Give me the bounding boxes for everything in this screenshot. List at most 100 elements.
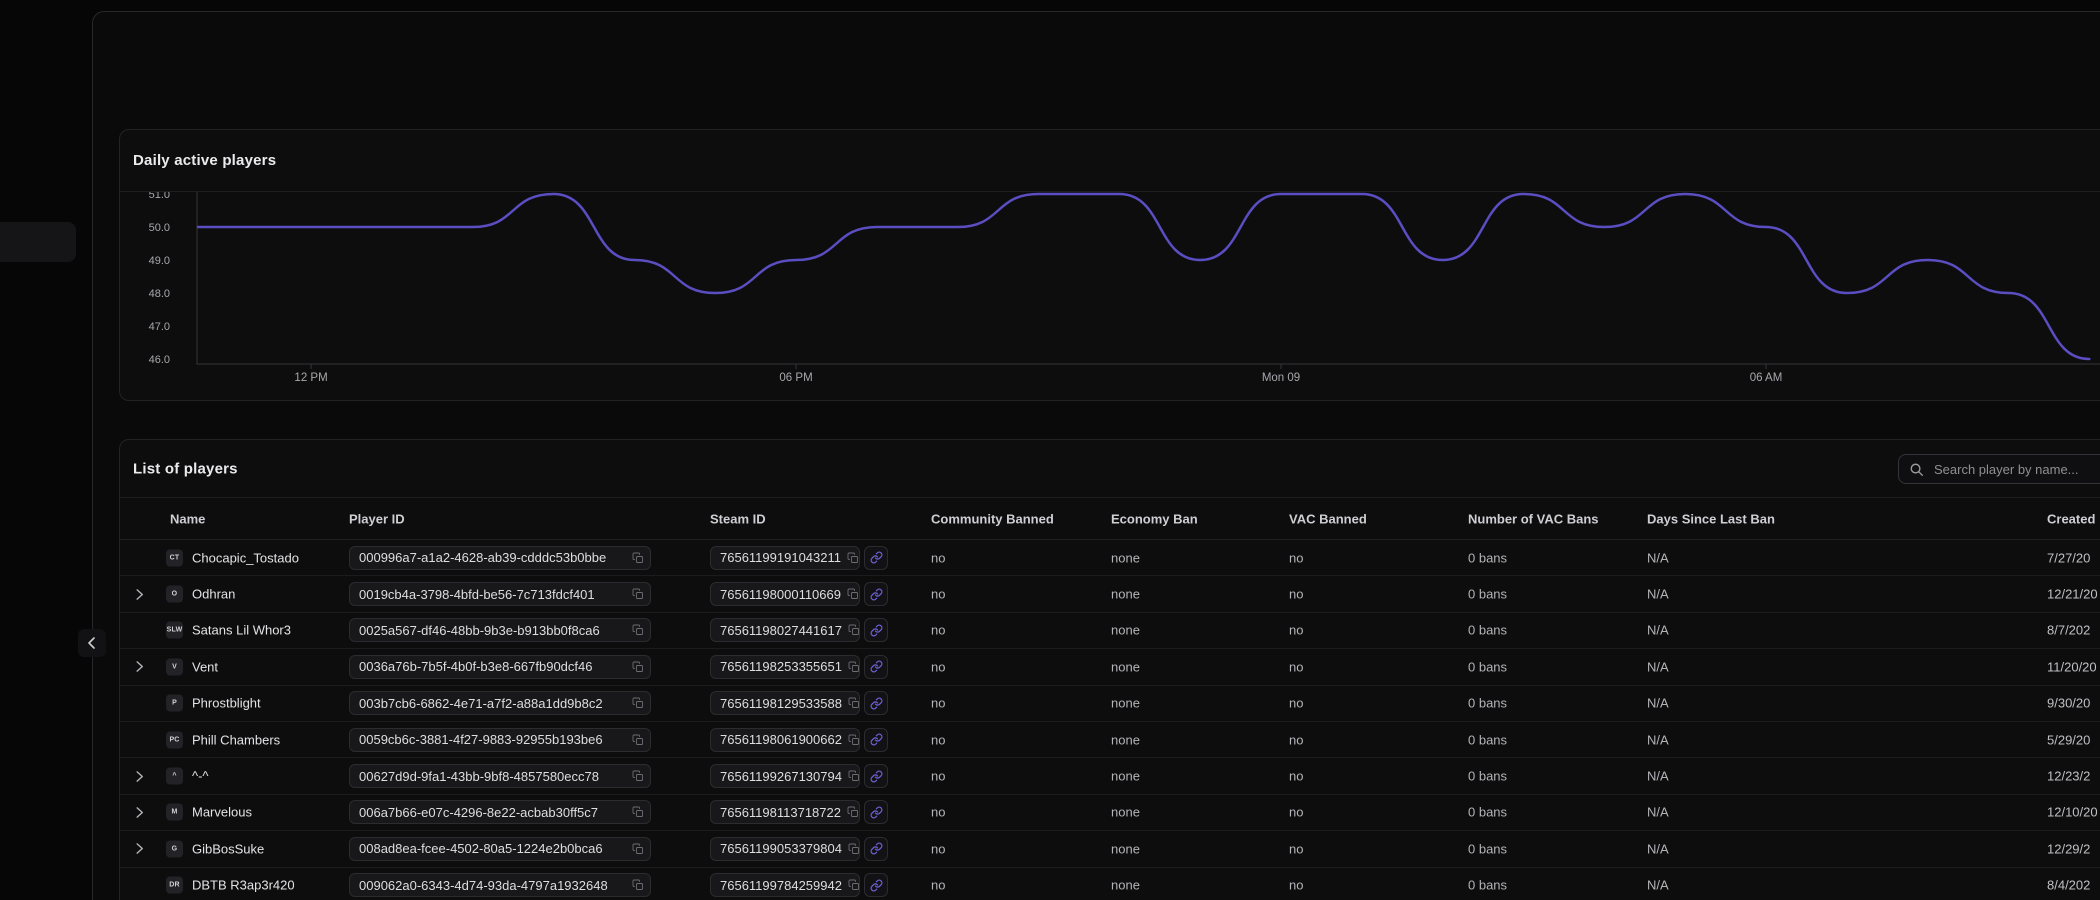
steam-id-value: 76561198253355651 xyxy=(720,659,842,674)
table-row[interactable]: PPhrostblight003b7cb6-6862-4e71-a7f2-a88… xyxy=(120,686,2100,722)
link-icon xyxy=(870,842,883,855)
player-name: Phrostblight xyxy=(192,696,261,711)
copy-player-id-button[interactable] xyxy=(632,879,644,891)
svg-text:47.0: 47.0 xyxy=(149,321,170,333)
table-row[interactable]: CTChocapic_Tostado000996a7-a1a2-4628-ab3… xyxy=(120,540,2100,576)
cell-days-since-last-ban: N/A xyxy=(1647,659,1669,674)
player-id-value: 008ad8ea-fcee-4502-80a5-1224e2b0bca6 xyxy=(359,841,603,856)
steam-profile-link-button[interactable] xyxy=(864,728,888,752)
avatar: ^ xyxy=(166,768,183,785)
cell-number-of-vac-bans: 0 bans xyxy=(1468,587,1507,602)
cell-vac-banned: no xyxy=(1289,769,1303,784)
copy-icon xyxy=(847,806,859,818)
svg-text:06 AM: 06 AM xyxy=(1750,372,1783,384)
chevron-left-icon xyxy=(84,635,100,651)
steam-profile-link-button[interactable] xyxy=(864,691,888,715)
steam-profile-link-button[interactable] xyxy=(864,618,888,642)
steam-id-pill: 76561198113718722 xyxy=(710,800,860,824)
cell-community-banned: no xyxy=(931,878,945,893)
cell-days-since-last-ban: N/A xyxy=(1647,550,1669,565)
copy-steam-id-button[interactable] xyxy=(848,734,860,746)
copy-steam-id-button[interactable] xyxy=(848,697,860,709)
copy-player-id-button[interactable] xyxy=(632,697,644,709)
table-row[interactable]: ^^-^00627d9d-9fa1-43bb-9bf8-4857580ecc78… xyxy=(120,758,2100,794)
copy-steam-id-button[interactable] xyxy=(847,552,859,564)
chart-body: 51.050.049.048.047.046.012 PM06 PMMon 09… xyxy=(120,192,2100,400)
table-title: List of players xyxy=(133,460,238,477)
steam-profile-link-button[interactable] xyxy=(864,837,888,861)
cell-number-of-vac-bans: 0 bans xyxy=(1468,659,1507,674)
cell-days-since-last-ban: N/A xyxy=(1647,587,1669,602)
sidebar-collapse-button[interactable] xyxy=(78,629,106,657)
table-row[interactable]: DRDBTB R3ap3r420009062a0-6343-4d74-93da-… xyxy=(120,868,2100,900)
player-name: Chocapic_Tostado xyxy=(192,550,299,565)
copy-steam-id-button[interactable] xyxy=(847,588,859,600)
player-name: ^-^ xyxy=(192,769,209,784)
row-expander[interactable] xyxy=(130,658,148,676)
column-header-vac-banned: VAC Banned xyxy=(1289,511,1367,526)
row-expander[interactable] xyxy=(130,840,148,858)
cell-community-banned: no xyxy=(931,659,945,674)
avatar: P xyxy=(166,695,183,712)
copy-player-id-button[interactable] xyxy=(632,734,644,746)
daily-active-players-chart: 51.050.049.048.047.046.012 PM06 PMMon 09… xyxy=(120,192,2100,400)
copy-steam-id-button[interactable] xyxy=(848,843,860,855)
steam-id-pill: 76561199267130794 xyxy=(710,764,860,788)
player-search[interactable] xyxy=(1898,454,2100,484)
copy-player-id-button[interactable] xyxy=(632,806,644,818)
sidebar-nav-item[interactable] xyxy=(0,222,76,262)
copy-steam-id-button[interactable] xyxy=(848,770,860,782)
row-expander[interactable] xyxy=(130,767,148,785)
search-input[interactable] xyxy=(1932,461,2100,478)
copy-steam-id-button[interactable] xyxy=(847,806,859,818)
player-id-value: 000996a7-a1a2-4628-ab39-cdddc53b0bbe xyxy=(359,550,606,565)
cell-number-of-vac-bans: 0 bans xyxy=(1468,696,1507,711)
copy-player-id-button[interactable] xyxy=(632,552,644,564)
steam-profile-link-button[interactable] xyxy=(864,655,888,679)
table-row[interactable]: VVent0036a76b-7b5f-4b0f-b3e8-667fb90dcf4… xyxy=(120,649,2100,685)
copy-player-id-button[interactable] xyxy=(632,588,644,600)
cell-days-since-last-ban: N/A xyxy=(1647,769,1669,784)
cell-created: 11/20/20 xyxy=(2047,659,2097,674)
copy-player-id-button[interactable] xyxy=(632,661,644,673)
player-id-pill: 0036a76b-7b5f-4b0f-b3e8-667fb90dcf46 xyxy=(349,655,651,679)
table-row[interactable]: GGibBosSuke008ad8ea-fcee-4502-80a5-1224e… xyxy=(120,831,2100,867)
steam-id-value: 76561198027441617 xyxy=(720,623,842,638)
copy-icon xyxy=(632,806,644,818)
steam-profile-link-button[interactable] xyxy=(864,800,888,824)
column-header-days-since-last-ban: Days Since Last Ban xyxy=(1647,511,1775,526)
copy-player-id-button[interactable] xyxy=(632,624,644,636)
row-expander[interactable] xyxy=(130,585,148,603)
cell-community-banned: no xyxy=(931,587,945,602)
player-id-value: 006a7b66-e07c-4296-8e22-acbab30ff5c7 xyxy=(359,805,598,820)
copy-icon xyxy=(848,697,860,709)
table-row[interactable]: OOdhran0019cb4a-3798-4bfd-be56-7c713fdcf… xyxy=(120,576,2100,612)
cell-days-since-last-ban: N/A xyxy=(1647,878,1669,893)
steam-profile-link-button[interactable] xyxy=(864,546,888,570)
chart-card-header: Daily active players xyxy=(120,130,2100,192)
steam-id-value: 76561198113718722 xyxy=(720,805,841,820)
table-row[interactable]: PCPhill Chambers0059cb6c-3881-4f27-9883-… xyxy=(120,722,2100,758)
steam-id-pill: 76561198027441617 xyxy=(710,618,860,642)
cell-vac-banned: no xyxy=(1289,587,1303,602)
steam-profile-link-button[interactable] xyxy=(864,582,888,606)
copy-steam-id-button[interactable] xyxy=(848,879,860,891)
row-expander[interactable] xyxy=(130,803,148,821)
copy-player-id-button[interactable] xyxy=(632,770,644,782)
copy-player-id-button[interactable] xyxy=(632,843,644,855)
steam-profile-link-button[interactable] xyxy=(864,764,888,788)
cell-vac-banned: no xyxy=(1289,623,1303,638)
copy-steam-id-button[interactable] xyxy=(848,624,860,636)
svg-text:Mon 09: Mon 09 xyxy=(1262,372,1300,384)
link-icon xyxy=(870,660,883,673)
player-id-pill: 0025a567-df46-48bb-9b3e-b913bb0f8ca6 xyxy=(349,618,651,642)
player-id-value: 0036a76b-7b5f-4b0f-b3e8-667fb90dcf46 xyxy=(359,659,592,674)
cell-created: 12/23/2 xyxy=(2047,769,2090,784)
cell-number-of-vac-bans: 0 bans xyxy=(1468,550,1507,565)
steam-id-value: 76561199053379804 xyxy=(720,841,842,856)
table-row[interactable]: MMarvelous006a7b66-e07c-4296-8e22-acbab3… xyxy=(120,795,2100,831)
copy-steam-id-button[interactable] xyxy=(848,661,860,673)
steam-profile-link-button[interactable] xyxy=(864,873,888,897)
table-row[interactable]: SLWSatans Lil Whor30025a567-df46-48bb-9b… xyxy=(120,613,2100,649)
avatar: O xyxy=(166,586,183,603)
